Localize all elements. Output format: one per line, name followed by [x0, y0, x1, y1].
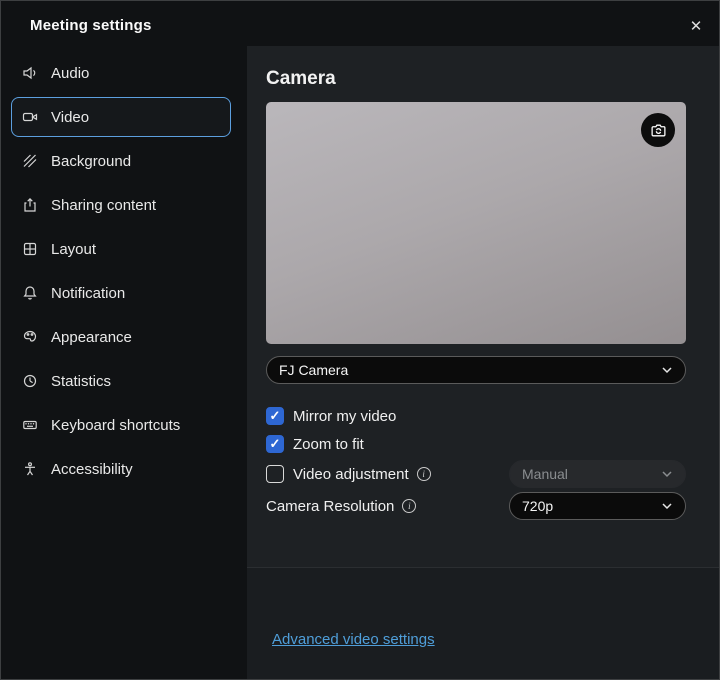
settings-sidebar: Audio Video Background Sharing content L [1, 49, 247, 679]
sidebar-item-label: Sharing content [51, 197, 156, 214]
panel-footer: Advanced video settings [247, 567, 719, 679]
statistics-icon [22, 373, 38, 389]
zoom-to-fit-label: Zoom to fit [293, 436, 364, 453]
layout-grid-icon [22, 241, 38, 257]
sidebar-item-video[interactable]: Video [11, 97, 231, 137]
dialog-title: Meeting settings [30, 17, 152, 34]
camera-resolution-label: Camera Resolution [266, 498, 394, 515]
sidebar-item-label: Accessibility [51, 461, 133, 478]
share-content-icon [22, 197, 38, 213]
camera-device-dropdown[interactable]: FJ Camera [266, 356, 686, 384]
sidebar-item-layout[interactable]: Layout [11, 229, 231, 269]
chevron-down-icon [661, 500, 673, 512]
camera-device-value: FJ Camera [279, 362, 348, 378]
flip-camera-button[interactable] [641, 113, 675, 147]
checkmark-icon: ✓ [270, 436, 281, 452]
sidebar-item-label: Video [51, 109, 89, 126]
sidebar-item-appearance[interactable]: Appearance [11, 317, 231, 357]
mirror-video-row: ✓ Mirror my video [266, 402, 686, 430]
sidebar-item-label: Keyboard shortcuts [51, 417, 180, 434]
sidebar-item-label: Statistics [51, 373, 111, 390]
video-adjustment-dropdown: Manual [509, 460, 686, 488]
mirror-video-checkbox[interactable]: ✓ [266, 407, 284, 425]
meeting-settings-dialog: Meeting settings ✕ Audio Video Backgroun… [0, 0, 720, 680]
camera-controls: ✓ Mirror my video ✓ Zoom to fit Video ad… [266, 402, 686, 522]
speaker-icon [22, 65, 38, 81]
sidebar-item-label: Notification [51, 285, 125, 302]
sidebar-item-notification[interactable]: Notification [11, 273, 231, 313]
sidebar-item-accessibility[interactable]: Accessibility [11, 449, 231, 489]
info-icon[interactable]: i [402, 499, 416, 513]
sidebar-item-sharing-content[interactable]: Sharing content [11, 185, 231, 225]
sidebar-item-label: Background [51, 153, 131, 170]
sidebar-item-label: Layout [51, 241, 96, 258]
sidebar-item-label: Audio [51, 65, 89, 82]
chevron-down-icon [661, 364, 673, 376]
camera-preview [266, 102, 686, 344]
mirror-video-label: Mirror my video [293, 408, 396, 425]
camera-resolution-dropdown[interactable]: 720p [509, 492, 686, 520]
sidebar-item-background[interactable]: Background [11, 141, 231, 181]
background-icon [22, 153, 38, 169]
advanced-video-settings-link[interactable]: Advanced video settings [272, 631, 435, 648]
sidebar-item-audio[interactable]: Audio [11, 53, 231, 93]
checkmark-icon: ✓ [270, 408, 281, 424]
info-icon[interactable]: i [417, 467, 431, 481]
video-adjustment-value: Manual [522, 466, 568, 482]
video-camera-icon [22, 109, 38, 125]
sidebar-item-label: Appearance [51, 329, 132, 346]
appearance-icon [22, 329, 38, 345]
video-adjustment-checkbox[interactable] [266, 465, 284, 483]
keyboard-icon [22, 417, 38, 433]
section-heading: Camera [266, 68, 686, 90]
chevron-down-icon [661, 468, 673, 480]
sidebar-item-keyboard-shortcuts[interactable]: Keyboard shortcuts [11, 405, 231, 445]
video-settings-panel: Camera FJ Camera ✓ Mirror my video [247, 46, 719, 679]
accessibility-icon [22, 461, 38, 477]
sidebar-item-statistics[interactable]: Statistics [11, 361, 231, 401]
video-adjustment-label: Video adjustment [293, 466, 409, 483]
close-button[interactable]: ✕ [683, 13, 709, 39]
zoom-to-fit-row: ✓ Zoom to fit [266, 430, 686, 458]
bell-icon [22, 285, 38, 301]
close-icon: ✕ [690, 17, 703, 35]
camera-resolution-value: 720p [522, 498, 553, 514]
flip-camera-icon [650, 122, 667, 139]
video-adjustment-row: Video adjustment i Manual [266, 458, 686, 490]
zoom-to-fit-checkbox[interactable]: ✓ [266, 435, 284, 453]
camera-resolution-row: Camera Resolution i 720p [266, 490, 686, 522]
title-bar: Meeting settings ✕ [1, 1, 719, 46]
